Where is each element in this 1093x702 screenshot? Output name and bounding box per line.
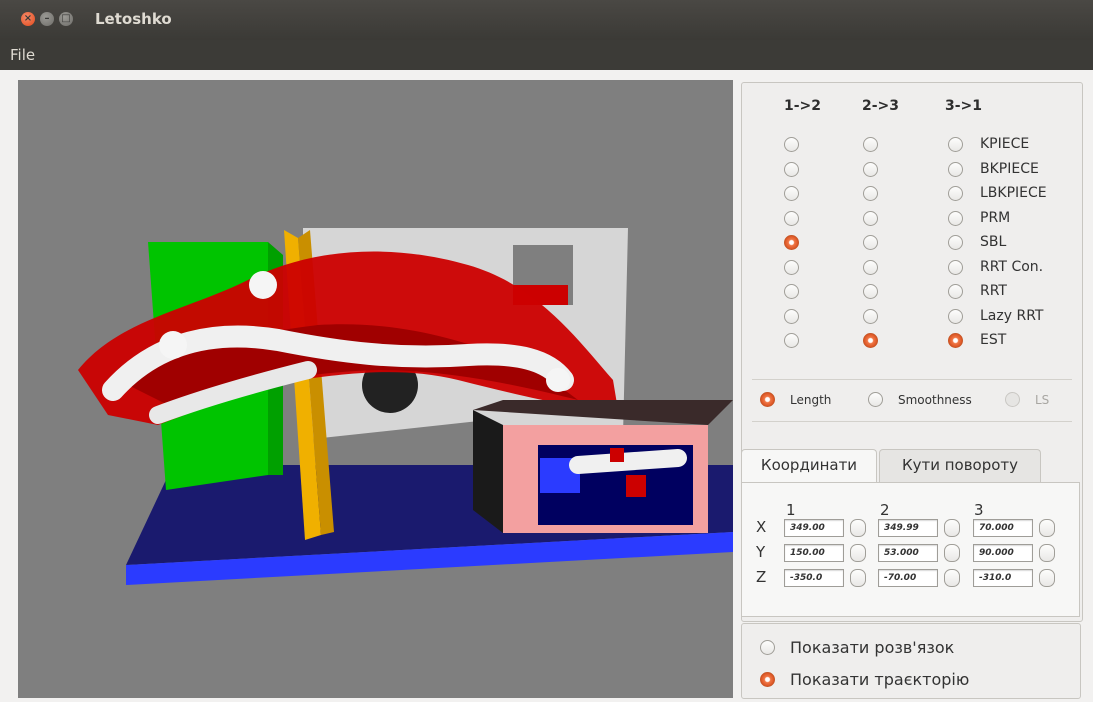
coord-toggle-z3[interactable] <box>1039 569 1055 587</box>
algo-radio-col2[interactable] <box>863 137 878 152</box>
maximize-window-button[interactable]: □ <box>59 12 73 26</box>
smoothness-label: Smoothness <box>898 393 972 407</box>
coord-field-z2[interactable]: -70.00 <box>878 569 938 587</box>
algo-radio-col3[interactable] <box>948 186 963 201</box>
algorithm-label: RRT Con. <box>980 258 1044 275</box>
coord-header-2: 2 <box>880 501 890 519</box>
algo-radio-col3[interactable] <box>948 235 963 250</box>
algo-radio-col1[interactable] <box>784 210 799 226</box>
coord-toggle-z1[interactable] <box>850 569 866 587</box>
box-robot-part <box>626 475 646 497</box>
algo-radio-col1[interactable] <box>784 333 799 348</box>
algo-radio-col1[interactable] <box>784 186 799 201</box>
robot-joint <box>546 368 570 392</box>
smoothness-radio[interactable] <box>868 392 883 407</box>
coord-field-x3[interactable]: 70.000 <box>973 519 1033 537</box>
algo-radio-col3[interactable] <box>948 308 963 324</box>
coord-field-x1[interactable]: 349.00 <box>784 519 844 537</box>
algo-radio-col1[interactable] <box>784 259 799 275</box>
algorithm-label: BKPIECE <box>980 160 1039 177</box>
box-robot-part <box>610 448 624 462</box>
algorithm-label: Lazy RRT <box>980 307 1044 324</box>
algorithm-label: LBKPIECE <box>980 185 1047 201</box>
algo-radio-col1[interactable] <box>784 161 799 177</box>
coord-toggle-x1[interactable] <box>850 519 866 537</box>
coord-field-z3[interactable]: -310.0 <box>973 569 1033 587</box>
title-bar: × – □ Letoshko <box>0 0 1093 40</box>
axis-label-x: X <box>756 518 767 536</box>
coord-toggle-y3[interactable] <box>1039 544 1055 562</box>
separator <box>752 421 1072 422</box>
coord-toggle-z2[interactable] <box>944 569 960 587</box>
box-robot-link <box>569 449 687 474</box>
algorithm-label: RRT <box>980 283 1007 299</box>
length-radio[interactable] <box>760 392 775 407</box>
axis-label-y: Y <box>756 543 766 561</box>
algo-radio-col2[interactable] <box>863 161 878 177</box>
minimize-window-button[interactable]: – <box>40 12 54 26</box>
algo-radio-col2[interactable] <box>863 333 878 348</box>
coord-field-x2[interactable]: 349.99 <box>878 519 938 537</box>
tab-coordinates[interactable]: Координати <box>741 449 877 482</box>
coord-toggle-x3[interactable] <box>1039 519 1055 537</box>
ls-radio <box>1005 392 1020 407</box>
algo-radio-col2[interactable] <box>863 235 878 250</box>
column-header-2: 2->3 <box>862 98 900 114</box>
algo-radio-col3[interactable] <box>948 137 963 152</box>
coordinates-pane: 1 2 3 X 349.00 349.99 70.000 Y 150.00 53.000 90… <box>741 482 1080 617</box>
coord-toggle-x2[interactable] <box>944 519 960 537</box>
scene-viewport[interactable] <box>18 80 733 698</box>
algorithm-label: SBL <box>980 234 1007 250</box>
show-solution-label: Показати розв'язок <box>790 638 955 657</box>
coord-field-y1[interactable]: 150.00 <box>784 544 844 562</box>
algo-radio-col3[interactable] <box>948 161 963 177</box>
menu-bar: File <box>0 40 1093 70</box>
algo-radio-col1[interactable] <box>784 235 799 250</box>
axis-label-z: Z <box>756 568 767 586</box>
coord-toggle-y2[interactable] <box>944 544 960 562</box>
coord-field-z1[interactable]: -350.0 <box>784 569 844 587</box>
algo-radio-col2[interactable] <box>863 186 878 201</box>
show-trajectory-label: Показати траєкторію <box>790 670 970 689</box>
separator <box>752 379 1072 380</box>
show-solution-radio[interactable] <box>760 640 775 655</box>
algo-radio-col1[interactable] <box>784 284 799 299</box>
display-options: Показати розв'язок Показати траєкторію <box>741 623 1081 699</box>
coord-toggle-y1[interactable] <box>850 544 866 562</box>
algo-radio-col2[interactable] <box>863 259 878 275</box>
robot-scene <box>78 228 733 585</box>
length-label: Length <box>790 393 832 407</box>
algorithm-label: EST <box>980 332 1007 348</box>
algorithm-label: KPIECE <box>980 136 1030 152</box>
column-header-3: 3->1 <box>945 98 983 114</box>
coord-field-y3[interactable]: 90.000 <box>973 544 1033 562</box>
algo-radio-col1[interactable] <box>784 137 799 152</box>
algo-radio-col2[interactable] <box>863 308 878 324</box>
minimize-icon: – <box>44 13 50 24</box>
robot-joint <box>249 271 277 299</box>
window-title: Letoshko <box>95 10 172 28</box>
tab-rotation-angles[interactable]: Кути повороту <box>879 449 1041 482</box>
algo-radio-col3[interactable] <box>948 333 963 348</box>
algo-radio-col2[interactable] <box>863 284 878 299</box>
coord-field-y2[interactable]: 53.000 <box>878 544 938 562</box>
algo-radio-col3[interactable] <box>948 210 963 226</box>
show-trajectory-radio[interactable] <box>760 672 775 687</box>
menu-file[interactable]: File <box>10 46 35 64</box>
coord-header-1: 1 <box>786 501 796 519</box>
close-icon: × <box>23 13 33 24</box>
column-header-1: 1->2 <box>784 98 822 114</box>
algorithm-label: PRM <box>980 209 1011 226</box>
algo-radio-col3[interactable] <box>948 259 963 275</box>
ls-label: LS <box>1035 393 1050 407</box>
coord-header-3: 3 <box>974 501 984 519</box>
algo-radio-col2[interactable] <box>863 210 878 226</box>
maximize-icon: □ <box>61 13 71 24</box>
robot-joint <box>159 331 187 359</box>
close-window-button[interactable]: × <box>21 12 35 26</box>
algo-radio-col1[interactable] <box>784 308 799 324</box>
algo-radio-col3[interactable] <box>948 284 963 299</box>
